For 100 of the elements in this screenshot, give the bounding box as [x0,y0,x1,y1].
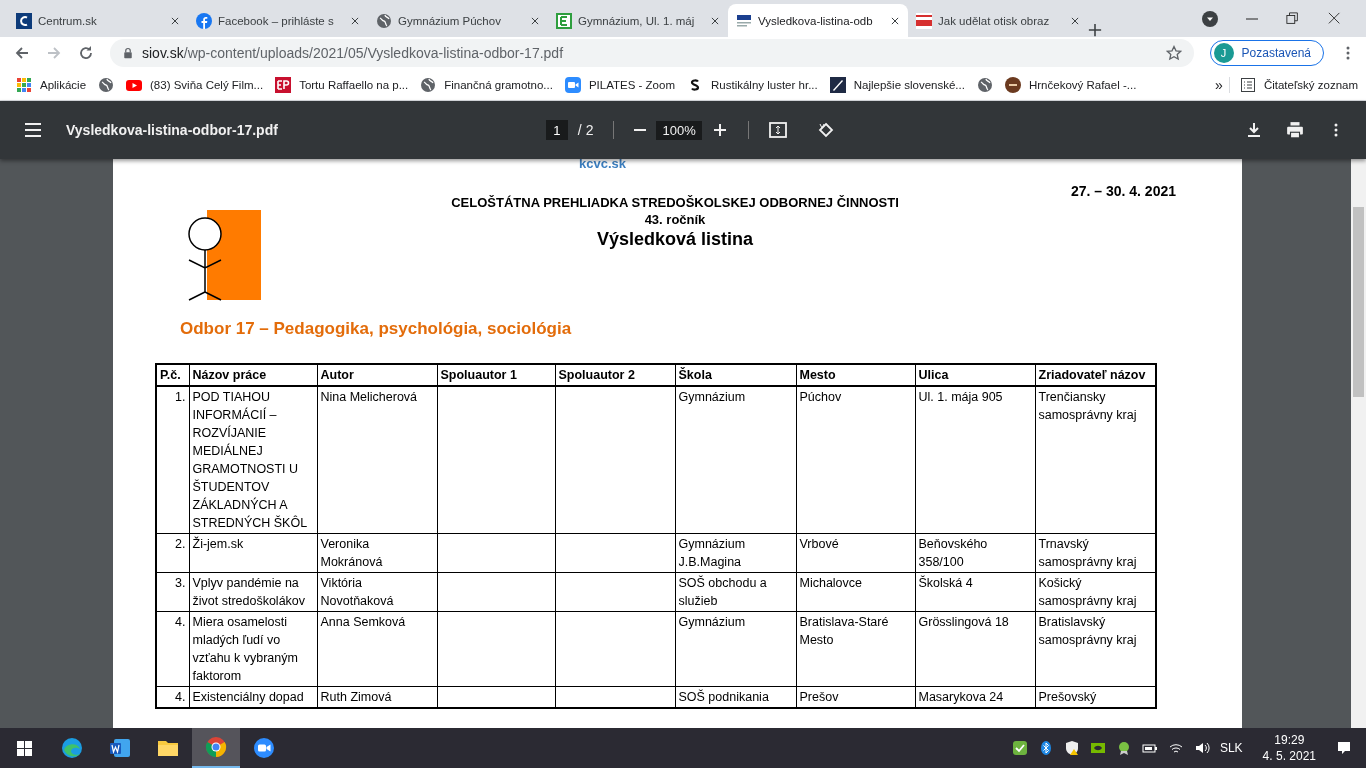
address-bar[interactable]: siov.sk/wp-content/uploads/2021/05/Vysledkova-listina-odbor-17.pdf [110,39,1194,67]
table-cell: Vrbové [796,533,915,573]
list-icon [1239,76,1256,93]
browser-tab[interactable]: Facebook – prihláste s [188,4,368,37]
facebook-icon [196,12,212,29]
clock[interactable]: 19:29 4. 5. 2021 [1262,732,1316,764]
table-cell: Púchov [796,386,915,534]
table-cell: 4. [156,611,189,687]
round-logo-icon [1004,76,1021,93]
bookmark[interactable]: Najlepšie slovenské... [823,72,971,97]
table-cell: Beňovského 358/100 [915,533,1035,573]
document-heading: Výsledková listina [596,229,754,250]
scrollbar[interactable] [1351,159,1366,728]
lock-icon [122,47,134,59]
dropdown-icon [1202,10,1218,27]
table-cell: Ži-jem.sk [189,533,317,573]
table-cell: Anna Semková [317,611,437,687]
restore-icon [1286,11,1300,26]
close-icon [710,15,720,26]
column-header: Škola [675,364,796,386]
close-icon [170,15,180,26]
globe-icon [376,12,392,29]
document-title: Vysledkova-listina-odbor-17.pdf [66,122,278,138]
column-header: Názov práce [189,364,317,386]
chrome-icon [204,735,228,759]
bookmark[interactable]: Tortu Raffaello na p... [269,72,415,97]
table-cell: Gymnázium [675,611,796,687]
bookmark[interactable]: Hrnčekový Rafael -... [998,72,1143,97]
star-icon [1165,45,1182,61]
bookmark[interactable]: Aplikácie [10,72,93,97]
bookmark[interactable]: Finančná gramotno... [414,72,559,97]
table-cell: Nina Melicherová [317,386,437,534]
close-icon [890,15,900,26]
fit-page-icon [768,121,787,139]
column-header: Autor [317,364,437,386]
bookmark[interactable]: (83) Sviňa Celý Film... [120,72,270,97]
ep-logo-icon [275,76,292,93]
table-cell: 3. [156,572,189,612]
close-icon [350,15,360,26]
back-icon [14,45,30,61]
e-logo-icon [556,12,572,29]
globe-icon [98,76,115,93]
forward-icon [46,45,62,61]
browser-tab[interactable]: Gymnázium, Ul. 1. máj [548,4,728,37]
column-header: P.č. [156,364,189,386]
print-icon [1286,121,1304,139]
word-icon [108,736,132,760]
table-cell: Michalovce [796,572,915,612]
close-icon [1070,15,1080,26]
section-heading: Odbor 17 – Pedagogika, psychológia, sociológia [180,319,573,339]
download-icon [1246,122,1262,138]
table-cell: Gymnázium J.B.Magina [675,533,796,573]
column-header: Spoluautor 2 [555,364,675,386]
menu-icon [24,121,42,139]
reading-list-button[interactable]: Čitateľský zoznam [1228,76,1358,93]
reload-icon [78,45,94,61]
date-range: 27. – 30. 4. 2021 [1070,183,1176,201]
table-cell: Bratislava-Staré Mesto [796,611,915,687]
rotate-icon [816,121,835,139]
browser-tab[interactable]: Vysledkova-listina-odb [728,4,908,37]
table-cell: Viktória Novotňaková [317,572,437,612]
bookmark[interactable]: PILATES - Zoom [558,72,681,97]
column-header: Mesto [796,364,915,386]
table-cell: Školská 4 [915,572,1035,612]
video-camera-icon [252,736,276,760]
check-shield-icon [1011,740,1028,756]
browser-tab[interactable]: Centrum.sk [8,4,188,37]
table-cell: POD TIAHOU INFORMÁCIÍ – ROZVÍJANIE MEDIÁLNEJ GRAMOTNOSTI U ŠTUDENTOV ZÁKLADNÝCH A STREDNÝCH ŠKÔL [189,386,317,534]
siov-logo-icon [736,12,752,29]
c-logo-icon [16,12,32,29]
table-cell: Ul. 1. mája 905 [915,386,1035,534]
globe-icon [976,76,993,93]
column-header: Ulica [915,364,1035,386]
url-text: siov.sk/wp-content/uploads/2021/05/Vysledkova-listina-odbor-17.pdf [142,45,565,61]
page-number-field[interactable]: 1 [545,120,568,140]
minimize-icon [1246,17,1258,20]
table-cell: 2. [156,533,189,573]
zive-logo-icon [916,12,932,29]
edition-text: 43. ročník [644,212,706,227]
browser-tab[interactable]: Gymnázium Púchov [368,4,548,37]
bookmark[interactable]: Rustikálny luster hr... [681,72,824,97]
zoom-in-icon [711,122,728,138]
globe-icon [420,76,437,93]
apps-icon [16,76,32,93]
language-indicator[interactable]: SLK [1219,741,1243,755]
table-cell: Veronika Mokránová [317,533,437,573]
edge-icon [60,736,84,760]
table-cell: Miera osamelosti mladých ľudí vo vzťahu k vybraným faktorom [189,611,317,687]
profile-button[interactable]: J Pozastavená [1209,40,1324,66]
more-bookmarks-button[interactable]: » [1209,76,1229,93]
browser-tab[interactable]: Jak udělat otisk obraz [908,4,1088,37]
close-icon [1328,11,1342,26]
table-cell: 1. [156,386,189,534]
windows-icon [15,739,33,757]
zoom-level-field[interactable]: 100% [656,120,702,140]
table-cell: Grösslingová 18 [915,611,1035,687]
table-cell: Gymnázium [675,386,796,534]
page-count: / 2 [577,122,594,138]
pen-icon [829,76,846,93]
table-cell: SOŠ obchodu a služieb [675,572,796,612]
